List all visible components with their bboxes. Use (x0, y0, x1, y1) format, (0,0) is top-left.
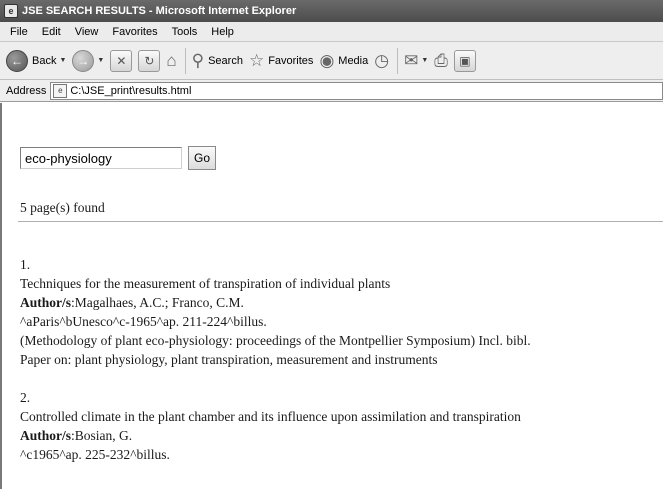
mail-dropdown-icon[interactable]: ▼ (421, 57, 428, 64)
result-authors-line: Author/s:Magalhaes, A.C.; Franco, C.M. (20, 293, 531, 312)
result-subjects: Paper on: plant physiology, plant transp… (20, 352, 438, 367)
search-label: Search (208, 54, 243, 67)
menu-view[interactable]: View (68, 26, 106, 38)
menu-file[interactable]: File (0, 26, 35, 38)
toolbar: ← Back ▼ → ▼ ✕ ↻ ⌂ ⚲ Search ☆ Favorites … (0, 42, 663, 80)
toolbar-separator (184, 47, 186, 74)
go-button[interactable]: Go (188, 146, 217, 170)
forward-button[interactable]: → ▼ (72, 49, 104, 72)
edit-button[interactable]: ▣ (453, 49, 476, 72)
search-input[interactable] (20, 147, 182, 169)
address-bar: Address e C:\JSE_print\results.html (0, 80, 663, 102)
local-page-icon: e (53, 83, 68, 98)
back-dropdown-icon[interactable]: ▼ (59, 57, 66, 64)
results-count: 5 page(s) found (20, 200, 105, 215)
search-form: Go (20, 146, 217, 170)
home-button[interactable]: ⌂ (166, 52, 176, 69)
star-icon: ☆ (248, 51, 265, 70)
result-imprint: ^c1965^ap. 225-232^billus. (20, 447, 170, 462)
window-title: JSE SEARCH RESULTS - Microsoft Internet … (22, 5, 297, 17)
refresh-button[interactable]: ↻ (138, 49, 161, 72)
page-content: Go 5 page(s) found 1. Techniques for the… (0, 103, 663, 489)
history-button[interactable]: ◷ (374, 52, 389, 69)
back-label: Back (32, 54, 57, 67)
address-value: C:\JSE_print\results.html (70, 84, 192, 97)
search-button[interactable]: ⚲ Search (192, 52, 243, 69)
stop-icon: ✕ (110, 49, 133, 72)
author-label: Author/s (20, 428, 72, 443)
media-icon: ◉ (319, 51, 335, 70)
menu-bar: File Edit View Favorites Tools Help (0, 22, 663, 42)
home-icon: ⌂ (166, 51, 177, 70)
result-title: Techniques for the measurement of transp… (20, 276, 391, 291)
back-arrow-icon: ← (6, 49, 28, 72)
edit-icon: ▣ (453, 49, 476, 72)
divider (18, 221, 663, 222)
mail-icon: ✉ (404, 51, 419, 70)
result-item: 2. Controlled climate in the plant chamb… (20, 388, 531, 464)
favorites-label: Favorites (268, 54, 314, 67)
back-button[interactable]: ← Back ▼ (6, 49, 66, 72)
menu-help[interactable]: Help (204, 26, 241, 38)
result-imprint: ^aParis^bUnesco^c-1965^ap. 211-224^billu… (20, 314, 267, 329)
media-label: Media (338, 54, 369, 67)
result-authors: :Bosian, G. (71, 428, 133, 443)
result-number: 2. (20, 390, 31, 405)
toolbar-separator (397, 47, 399, 74)
mail-button[interactable]: ✉ ▼ (404, 52, 428, 69)
address-label: Address (6, 84, 47, 97)
result-number: 1. (20, 257, 31, 272)
result-title: Controlled climate in the plant chamber … (20, 409, 521, 424)
menu-favorites[interactable]: Favorites (105, 26, 164, 38)
result-authors-line: Author/s:Bosian, G. (20, 426, 531, 445)
refresh-icon: ↻ (138, 49, 161, 72)
ie-page-icon: e (4, 4, 18, 18)
magnifier-icon: ⚲ (191, 51, 205, 70)
result-note: (Methodology of plant eco-physiology: pr… (20, 333, 531, 348)
printer-icon: ⎙ (434, 51, 448, 70)
results-list: 1. Techniques for the measurement of tra… (20, 255, 531, 483)
forward-arrow-icon: → (72, 49, 95, 72)
stop-button[interactable]: ✕ (110, 49, 133, 72)
forward-dropdown-icon[interactable]: ▼ (97, 57, 104, 64)
result-authors: :Magalhaes, A.C.; Franco, C.M. (71, 295, 244, 310)
print-button[interactable]: ⎙ (434, 52, 448, 69)
author-label: Author/s (20, 295, 72, 310)
media-button[interactable]: ◉ Media (319, 52, 368, 69)
favorites-button[interactable]: ☆ Favorites (249, 52, 314, 69)
window-title-bar: e JSE SEARCH RESULTS - Microsoft Interne… (0, 0, 663, 22)
history-icon: ◷ (374, 51, 390, 70)
menu-edit[interactable]: Edit (35, 26, 68, 38)
result-item: 1. Techniques for the measurement of tra… (20, 255, 531, 369)
address-field[interactable]: e C:\JSE_print\results.html (50, 81, 663, 100)
menu-tools[interactable]: Tools (165, 26, 205, 38)
